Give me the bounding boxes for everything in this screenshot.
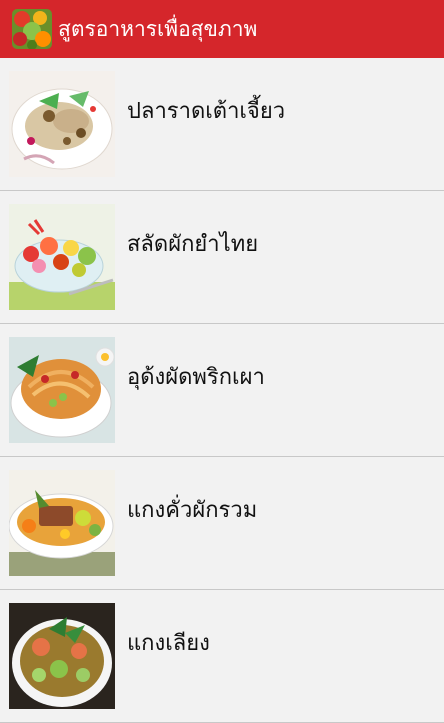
recipe-list: ปลาราดเต้าเจี้ยว สลัดผักยำไทย อุด้งผัดพร… <box>0 58 444 723</box>
recipe-name: ปลาราดเต้าเจี้ยว <box>127 98 286 124</box>
app-bar: สูตรอาหารเพื่อสุขภาพ <box>0 0 444 58</box>
list-item-recipe-5[interactable]: แกงเลียง <box>0 590 444 723</box>
recipe-name: แกงคั่วผักรวม <box>127 497 258 523</box>
app-title: สูตรอาหารเพื่อสุขภาพ <box>58 16 258 41</box>
recipe-thumbnail-curry <box>9 470 115 576</box>
recipe-name: แกงเลียง <box>127 630 210 656</box>
app-logo-icon[interactable] <box>12 9 52 49</box>
list-item-recipe-2[interactable]: สลัดผักยำไทย <box>0 191 444 324</box>
recipe-thumbnail-fish <box>9 71 115 177</box>
list-item-recipe-1[interactable]: ปลาราดเต้าเจี้ยว <box>0 58 444 191</box>
list-item-recipe-4[interactable]: แกงคั่วผักรวม <box>0 457 444 590</box>
recipe-thumbnail-kaeng-liang <box>9 603 115 709</box>
recipe-thumbnail-salad <box>9 204 115 310</box>
list-item-recipe-3[interactable]: อุด้งผัดพริกเผา <box>0 324 444 457</box>
recipe-name: อุด้งผัดพริกเผา <box>127 364 265 390</box>
recipe-thumbnail-udon <box>9 337 115 443</box>
recipe-name: สลัดผักยำไทย <box>127 231 259 257</box>
